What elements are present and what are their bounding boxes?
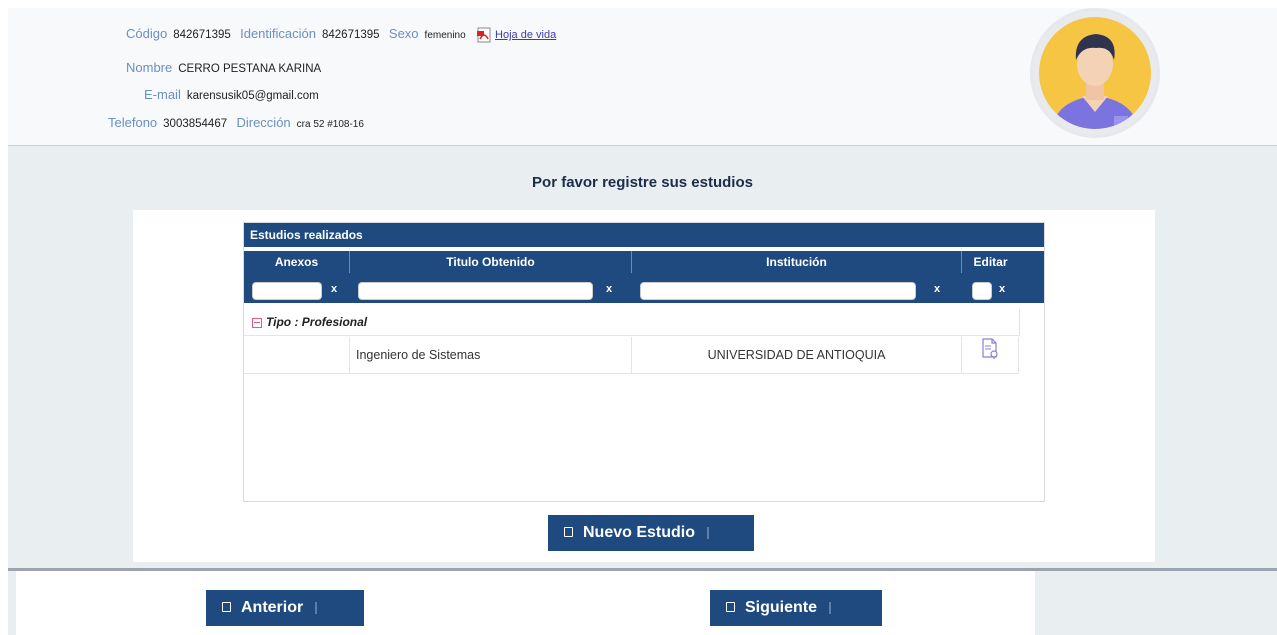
footer-nav bbox=[16, 578, 1035, 635]
edit-document-icon[interactable] bbox=[980, 338, 1000, 374]
page-title: Por favor registre sus estudios bbox=[532, 174, 753, 191]
filter-institucion-input[interactable] bbox=[640, 282, 916, 300]
cv-link[interactable]: Hoja de vida bbox=[495, 29, 556, 41]
cell-titulo: Ingeniero de Sistemas bbox=[350, 337, 632, 373]
document-icon bbox=[222, 601, 231, 612]
identificacion-label: Identificación bbox=[240, 26, 316, 41]
email-value: karensusik05@gmail.com bbox=[186, 90, 319, 102]
filter-titulo-clear[interactable]: x bbox=[606, 283, 612, 295]
filter-institucion-clear[interactable]: x bbox=[934, 283, 940, 295]
filter-editar-clear[interactable]: x bbox=[999, 283, 1005, 295]
telefono-row: Telefono 3003854467 Dirección cra 52 #108-… bbox=[108, 115, 364, 130]
new-study-label: Nuevo Estudio bbox=[583, 524, 696, 541]
filter-anexos-clear[interactable]: x bbox=[331, 283, 337, 295]
telefono-label: Telefono bbox=[108, 115, 158, 130]
direccion-label: Dirección bbox=[236, 115, 291, 130]
nombre-row: Nombre CERRO PESTANA KARINA bbox=[126, 60, 327, 75]
group-label: Tipo : Profesional bbox=[266, 315, 368, 329]
collapse-icon[interactable] bbox=[252, 317, 262, 328]
telefono-value: 3003854467 bbox=[163, 118, 228, 130]
column-header-titulo[interactable]: Titulo Obtenido bbox=[350, 251, 632, 273]
cell-editar bbox=[962, 337, 1019, 373]
filter-anexos-input[interactable] bbox=[252, 282, 322, 300]
footer-side-panel bbox=[1035, 571, 1277, 635]
new-study-button[interactable]: Nuevo Estudio bbox=[548, 515, 754, 551]
next-label: Siguiente bbox=[745, 599, 818, 616]
cell-anexos bbox=[244, 337, 350, 373]
cell-institucion: UNIVERSIDAD DE ANTIOQUIA bbox=[632, 337, 962, 373]
button-separator bbox=[829, 601, 832, 614]
filter-titulo-input[interactable] bbox=[358, 282, 593, 300]
codigo-label: Código bbox=[126, 26, 168, 41]
sexo-label: Sexo bbox=[388, 26, 419, 41]
column-header-anexos[interactable]: Anexos bbox=[244, 251, 350, 273]
identificacion-value: 842671395 bbox=[322, 29, 380, 41]
nombre-value: CERRO PESTANA KARINA bbox=[178, 63, 322, 75]
user-avatar bbox=[1030, 8, 1160, 138]
sexo-value: femenino bbox=[424, 30, 466, 41]
email-row: E-mail karensusik05@gmail.com bbox=[144, 87, 325, 102]
grid-caption: Estudios realizados bbox=[244, 223, 1044, 247]
email-label: E-mail bbox=[144, 87, 181, 102]
footer-strip bbox=[8, 571, 16, 635]
column-header-editar[interactable]: Editar bbox=[962, 251, 1019, 273]
direccion-value: cra 52 #108-16 bbox=[296, 119, 364, 130]
previous-button[interactable]: Anterior bbox=[206, 590, 364, 626]
document-icon bbox=[564, 526, 573, 537]
previous-label: Anterior bbox=[241, 599, 304, 616]
codigo-value: 842671395 bbox=[173, 29, 231, 41]
document-icon bbox=[726, 601, 735, 612]
pdf-icon[interactable] bbox=[475, 27, 493, 43]
button-separator bbox=[315, 601, 318, 614]
nombre-label: Nombre bbox=[126, 60, 173, 75]
next-button[interactable]: Siguiente bbox=[710, 590, 882, 626]
studies-grid: Estudios realizados Anexos Titulo Obteni… bbox=[243, 222, 1045, 502]
button-separator bbox=[707, 526, 710, 539]
column-header-filler bbox=[1019, 251, 1044, 273]
column-header-institucion[interactable]: Institución bbox=[632, 251, 962, 273]
filter-editar-input[interactable] bbox=[972, 282, 992, 300]
codigo-row: Código 842671395 Identificación 842671395 … bbox=[126, 26, 556, 43]
group-row-profesional[interactable]: Tipo : Profesional bbox=[244, 309, 1020, 336]
table-row[interactable]: Ingeniero de Sistemas UNIVERSIDAD DE ANT… bbox=[244, 337, 1019, 374]
